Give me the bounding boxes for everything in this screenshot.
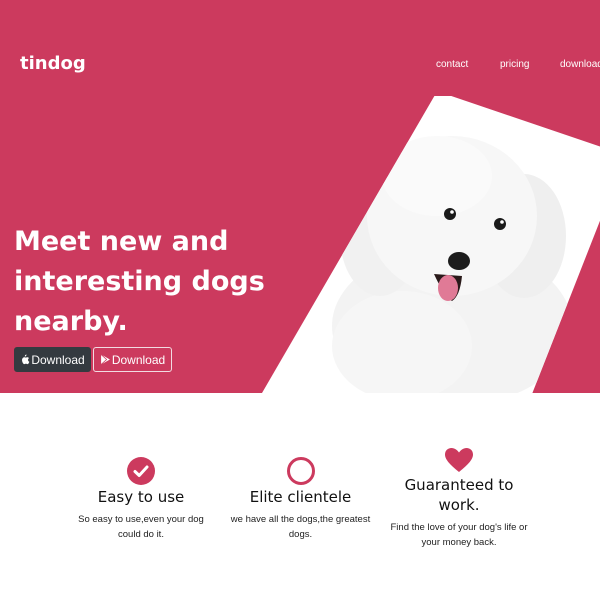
- feature-title: Guaranteed to work.: [404, 476, 514, 514]
- play-store-download-label: Download: [111, 352, 166, 367]
- apple-icon: [22, 354, 30, 365]
- hero-title: Meet new and interesting dogs nearby.: [14, 226, 265, 337]
- apple-download-button[interactable]: Download: [14, 347, 91, 372]
- hero-section: tindog contact pricing download Meet new…: [0, 0, 600, 393]
- nav-link-download[interactable]: download: [560, 59, 600, 70]
- feature-guaranteed: Guaranteed to work. Find the love of you…: [386, 447, 532, 550]
- check-circle-icon: [127, 457, 155, 485]
- dog-photo: [332, 136, 572, 393]
- feature-title: Easy to use: [97, 488, 185, 506]
- play-store-download-button[interactable]: Download: [93, 347, 172, 372]
- feature-description: So easy to use,even your dog could do it…: [78, 514, 204, 540]
- brand-logo[interactable]: tindog: [20, 53, 86, 74]
- nav-link-pricing[interactable]: pricing: [500, 59, 529, 70]
- circle-outline-icon: [286, 457, 315, 485]
- nav-link-contact[interactable]: contact: [436, 59, 468, 70]
- feature-easy-to-use: Easy to use So easy to use,even your dog…: [70, 456, 212, 542]
- feature-elite-clientele: Elite clientele we have all the dogs,the…: [222, 456, 379, 542]
- apple-download-label: Download: [31, 352, 85, 367]
- play-store-icon: [100, 354, 110, 365]
- feature-title: Elite clientele: [249, 488, 352, 506]
- heart-icon: [445, 448, 473, 472]
- feature-description: we have all the dogs,the greatest dogs.: [230, 514, 371, 540]
- feature-description: Find the love of your dog's life or your…: [390, 522, 528, 548]
- phone-mockup: [262, 96, 600, 393]
